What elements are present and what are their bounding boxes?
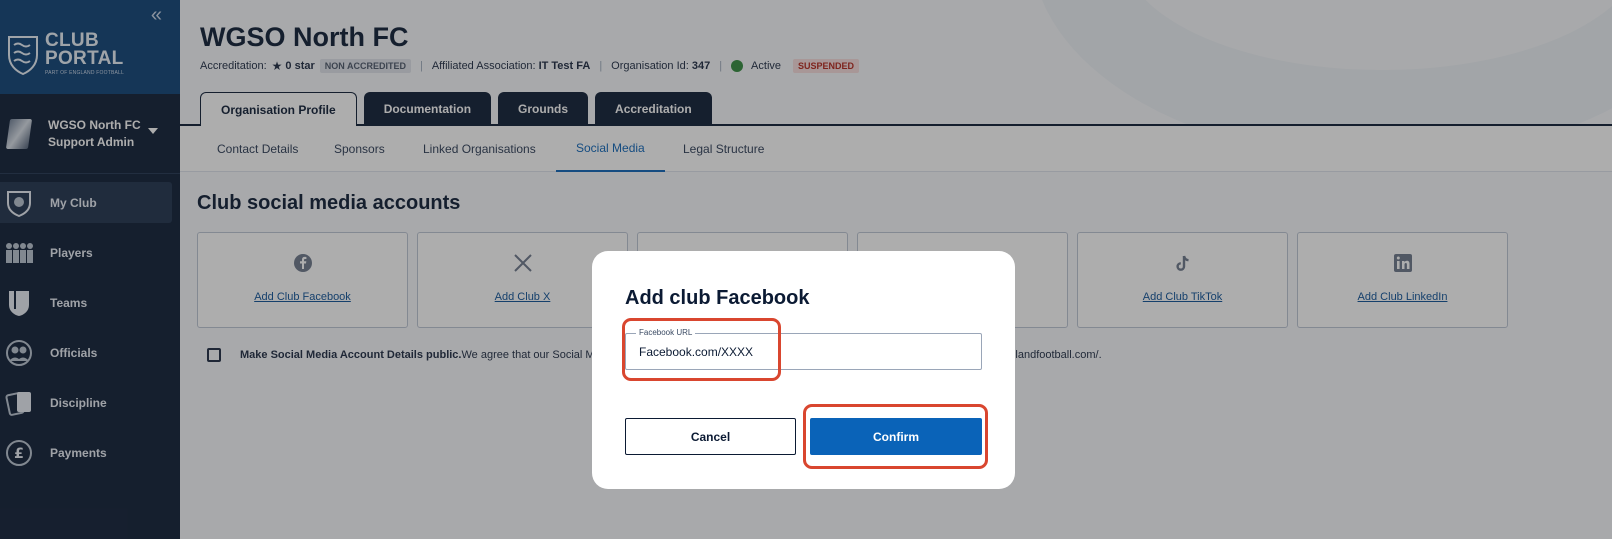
modal-title: Add club Facebook bbox=[625, 287, 810, 309]
add-facebook-modal: Add club Facebook Facebook URL Cancel Co… bbox=[592, 251, 1015, 489]
highlight-annotation bbox=[803, 404, 988, 469]
highlight-annotation bbox=[622, 318, 781, 381]
cancel-button[interactable]: Cancel bbox=[625, 418, 796, 455]
